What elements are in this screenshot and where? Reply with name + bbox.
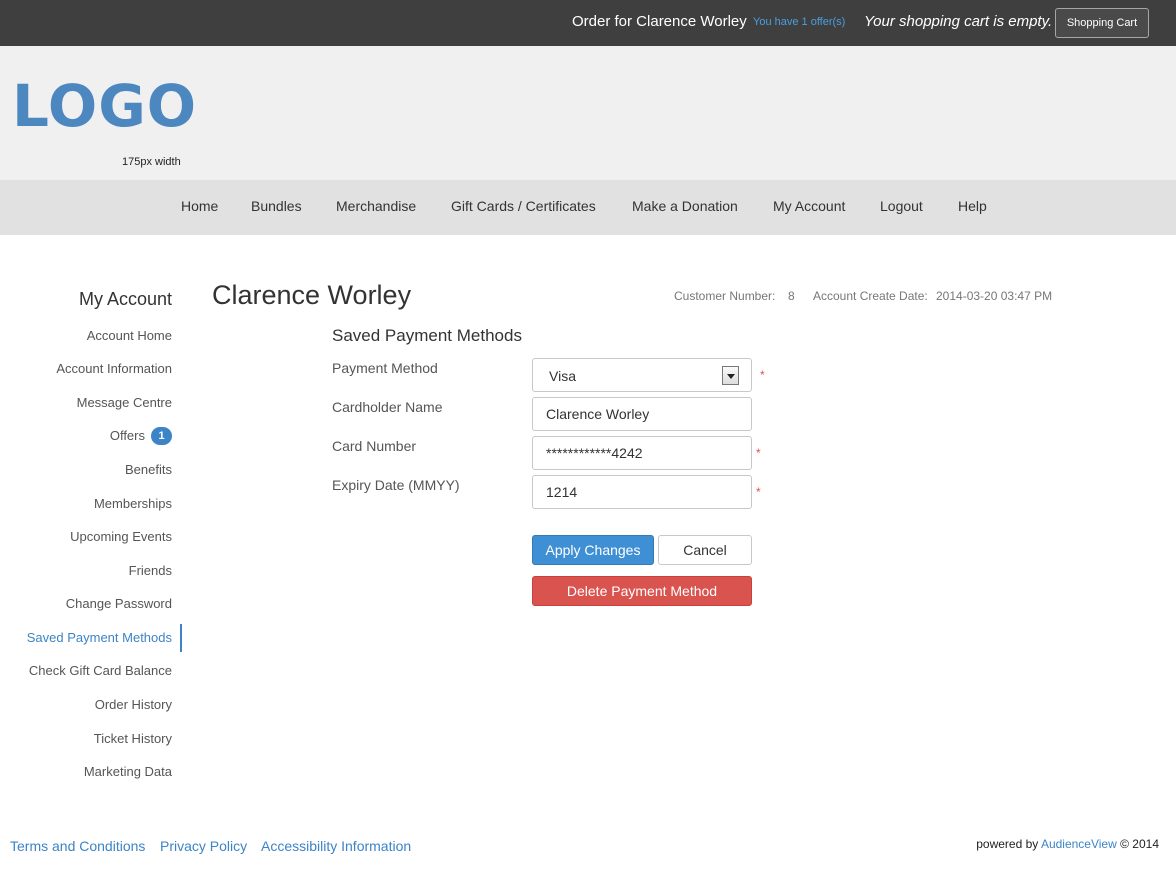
top-bar: Order for Clarence Worley You have 1 off… xyxy=(0,0,1176,46)
nav-merchandise[interactable]: Merchandise xyxy=(336,198,416,214)
required-marker: * xyxy=(756,485,761,499)
offers-count-badge: 1 xyxy=(151,427,172,445)
nav-home[interactable]: Home xyxy=(181,198,218,214)
customer-number-label: Customer Number: xyxy=(674,289,776,303)
section-title: Saved Payment Methods xyxy=(332,326,522,345)
active-item-indicator xyxy=(180,624,182,652)
site-logo[interactable]: LOGO xyxy=(12,72,197,140)
sidebar-item-ticket-history[interactable]: Ticket History xyxy=(94,731,172,746)
nav-logout[interactable]: Logout xyxy=(880,198,923,214)
expiry-date-label: Expiry Date (MMYY) xyxy=(332,477,460,493)
sidebar-item-saved-payment-methods[interactable]: Saved Payment Methods xyxy=(27,630,172,645)
sidebar-item-upcoming-events[interactable]: Upcoming Events xyxy=(70,529,172,544)
order-for-text: Order for Clarence Worley xyxy=(572,13,747,30)
sidebar-item-friends[interactable]: Friends xyxy=(129,563,172,578)
nav-make-donation[interactable]: Make a Donation xyxy=(632,198,738,214)
sidebar-title: My Account xyxy=(78,289,172,309)
sidebar-item-order-history[interactable]: Order History xyxy=(95,697,172,712)
powered-by: powered by AudienceView © 2014 xyxy=(976,837,1159,851)
accessibility-information-link[interactable]: Accessibility Information xyxy=(261,838,411,854)
sidebar-item-memberships[interactable]: Memberships xyxy=(94,496,172,511)
expiry-date-input[interactable] xyxy=(532,475,752,509)
terms-and-conditions-link[interactable]: Terms and Conditions xyxy=(10,838,145,854)
sidebar-item-benefits[interactable]: Benefits xyxy=(125,462,172,477)
create-date-label: Account Create Date: xyxy=(813,289,928,303)
sidebar-item-change-password[interactable]: Change Password xyxy=(66,596,172,611)
sidebar-item-offers[interactable]: Offers 1 xyxy=(110,427,172,445)
cart-status-text: Your shopping cart is empty. xyxy=(864,13,1053,30)
required-marker: * xyxy=(756,446,761,460)
sidebar-item-message-centre[interactable]: Message Centre xyxy=(77,395,172,410)
payment-method-label: Payment Method xyxy=(332,360,438,376)
privacy-policy-link[interactable]: Privacy Policy xyxy=(160,838,247,854)
site-header: LOGO 175px width xyxy=(0,46,1176,180)
delete-payment-method-button[interactable]: Delete Payment Method xyxy=(532,576,752,606)
sidebar-item-account-information[interactable]: Account Information xyxy=(56,361,172,376)
nav-my-account[interactable]: My Account xyxy=(773,198,845,214)
main-nav: Home Bundles Merchandise Gift Cards / Ce… xyxy=(0,180,1176,235)
logo-caption: 175px width xyxy=(122,156,181,168)
sidebar-item-account-home[interactable]: Account Home xyxy=(87,328,172,343)
payment-method-select[interactable]: Visa xyxy=(532,358,752,392)
cardholder-name-label: Cardholder Name xyxy=(332,399,443,415)
cancel-button[interactable]: Cancel xyxy=(658,535,752,565)
card-number-input[interactable] xyxy=(532,436,752,470)
offers-link[interactable]: You have 1 offer(s) xyxy=(753,16,845,28)
audienceview-link[interactable]: AudienceView xyxy=(1041,837,1117,851)
payment-method-selected-value: Visa xyxy=(549,368,576,384)
powered-by-prefix: powered by xyxy=(976,837,1039,851)
shopping-cart-button[interactable]: Shopping Cart xyxy=(1055,8,1149,38)
nav-help[interactable]: Help xyxy=(958,198,987,214)
chevron-down-icon xyxy=(722,366,739,385)
create-date-value: 2014-03-20 03:47 PM xyxy=(936,289,1053,303)
nav-gift-cards[interactable]: Gift Cards / Certificates xyxy=(451,198,596,214)
sidebar-item-marketing-data[interactable]: Marketing Data xyxy=(84,764,172,779)
customer-number-value: 8 xyxy=(788,289,795,303)
sidebar-item-label: Offers xyxy=(109,428,145,443)
card-number-label: Card Number xyxy=(332,438,417,454)
copyright-text: © 2014 xyxy=(1120,837,1159,851)
required-marker: * xyxy=(760,368,765,382)
sidebar-item-check-gift-card-balance[interactable]: Check Gift Card Balance xyxy=(29,663,172,678)
cardholder-name-input[interactable] xyxy=(532,397,752,431)
apply-changes-button[interactable]: Apply Changes xyxy=(532,535,654,565)
page-title: Clarence Worley xyxy=(212,280,412,310)
nav-bundles[interactable]: Bundles xyxy=(251,198,302,214)
